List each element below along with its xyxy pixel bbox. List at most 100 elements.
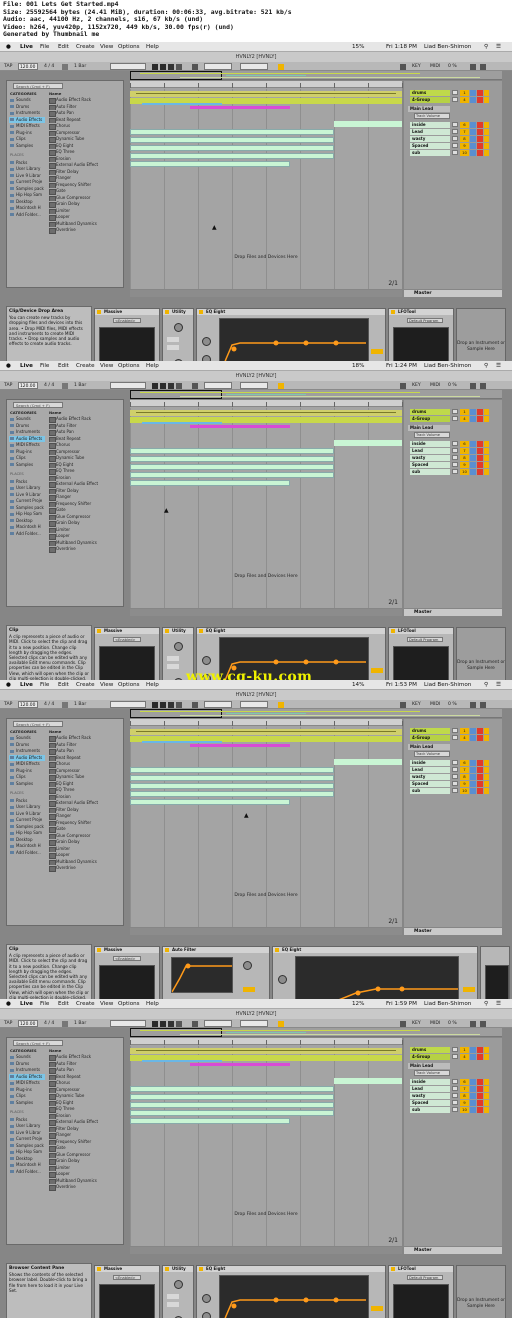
apple-menu-icon[interactable]: ● — [6, 682, 11, 688]
clip[interactable] — [130, 137, 334, 143]
track-header[interactable]: 4-Group 4 — [404, 415, 502, 423]
clip[interactable] — [130, 153, 334, 159]
play-button[interactable] — [152, 382, 158, 389]
clip[interactable] — [334, 121, 402, 127]
tap-button[interactable]: TAP — [4, 1021, 12, 1026]
app-menu[interactable]: Live — [20, 44, 33, 50]
track-fold-icon[interactable] — [452, 728, 458, 733]
clip[interactable] — [130, 1086, 334, 1092]
track-activator[interactable]: 10 — [460, 1106, 469, 1113]
arm-button[interactable] — [477, 96, 483, 103]
draw-mode-button[interactable] — [278, 1020, 284, 1027]
track-fold-icon[interactable] — [452, 409, 458, 414]
eq-band-handle[interactable] — [273, 340, 279, 346]
preset-select[interactable]: <Enabled> — [113, 318, 141, 323]
arm-button[interactable] — [477, 415, 483, 422]
search-icon[interactable]: ⚲ — [484, 363, 488, 369]
automation-select[interactable]: Track Volume — [414, 1069, 450, 1076]
arrangement-view[interactable]: Drop Files and Devices Here 2/1 — [130, 1038, 403, 1246]
midi-map-button[interactable]: MIDI — [430, 64, 440, 69]
track-header[interactable]: Track Volume — [404, 1069, 502, 1077]
track-fold-icon[interactable] — [452, 1079, 458, 1084]
automation-select[interactable]: Track Volume — [414, 750, 450, 757]
drums-track-lane[interactable] — [130, 1048, 402, 1054]
track-fold-icon[interactable] — [452, 455, 458, 460]
apple-menu-icon[interactable]: ● — [6, 44, 11, 50]
key-map-button[interactable]: KEY — [412, 64, 421, 69]
menu-item-options[interactable]: Options — [118, 44, 140, 50]
solo-button[interactable] — [470, 1053, 476, 1060]
arrangement-view[interactable]: Drop Files and Devices Here 2/1 — [130, 719, 403, 927]
track-name[interactable]: sub — [410, 787, 450, 794]
utility-device[interactable]: Utility — [162, 1265, 194, 1318]
track-activator[interactable]: 10 — [460, 468, 469, 475]
drums-track-lane[interactable] — [130, 729, 402, 735]
track-fold-icon[interactable] — [452, 1054, 458, 1059]
browser-search-input[interactable]: Search (Cmd + F) — [13, 1040, 63, 1046]
loop-button[interactable] — [192, 701, 198, 708]
loop-button[interactable] — [192, 1020, 198, 1027]
apple-menu-icon[interactable]: ● — [6, 1001, 11, 1007]
track-activator[interactable]: 10 — [460, 787, 469, 794]
arrangement-overview[interactable] — [130, 1028, 502, 1037]
arrangement-overview[interactable] — [130, 71, 502, 80]
clip[interactable] — [130, 472, 334, 478]
solo-button[interactable] — [470, 734, 476, 741]
menu-item-view[interactable]: View — [100, 1001, 113, 1007]
midi-map-button[interactable]: MIDI — [430, 1021, 440, 1026]
output-button[interactable] — [484, 1106, 489, 1113]
lfo-knob[interactable] — [243, 961, 252, 970]
track-name[interactable]: sub — [410, 1106, 450, 1113]
browser-item[interactable]: Overdrive — [47, 546, 123, 553]
massive-device[interactable]: Massive <Enabled> — [94, 1265, 160, 1318]
eq-band-handle[interactable] — [333, 1297, 339, 1303]
beat-time-ruler[interactable] — [130, 719, 403, 726]
user-name[interactable]: Liad Ben-Shimon — [424, 1001, 471, 1007]
solo-button[interactable] — [470, 96, 476, 103]
clip[interactable] — [130, 799, 290, 805]
clip[interactable] — [130, 480, 290, 486]
preset-select[interactable]: Default Program — [407, 637, 443, 642]
play-button[interactable] — [152, 1020, 158, 1027]
track-fold-icon[interactable] — [452, 767, 458, 772]
menu-list-icon[interactable]: ☰ — [496, 682, 501, 688]
filter-display[interactable] — [171, 957, 233, 993]
eq-eight-device[interactable]: EQ Eight — [272, 946, 478, 999]
browser-search-input[interactable]: Search (Cmd + F) — [13, 721, 63, 727]
tempo-field[interactable]: 120.00 — [18, 63, 38, 70]
places-item[interactable]: Add Folder... — [9, 212, 45, 219]
massive-device[interactable]: Massive <Enabled> — [94, 946, 160, 999]
clip[interactable] — [130, 161, 290, 167]
menu-item-view[interactable]: View — [100, 363, 113, 369]
mute-button[interactable] — [167, 656, 179, 661]
menu-item-create[interactable]: Create — [76, 682, 95, 688]
record-button[interactable] — [168, 63, 174, 70]
key-map-button[interactable]: KEY — [412, 702, 421, 707]
menu-item-edit[interactable]: Edit — [58, 682, 69, 688]
track-fold-icon[interactable] — [452, 781, 458, 786]
clip[interactable] — [130, 1102, 334, 1108]
menu-list-icon[interactable]: ☰ — [496, 1001, 501, 1007]
name-column-header[interactable]: Name — [49, 410, 61, 415]
menu-list-icon[interactable]: ☰ — [496, 44, 501, 50]
user-name[interactable]: Liad Ben-Shimon — [424, 44, 471, 50]
output-button[interactable] — [484, 734, 489, 741]
arm-button[interactable] — [477, 734, 483, 741]
eq-band-handle[interactable] — [273, 1297, 279, 1303]
eq-display[interactable] — [295, 956, 459, 999]
menu-item-help[interactable]: Help — [146, 44, 159, 50]
track-fold-icon[interactable] — [452, 448, 458, 453]
menu-item-options[interactable]: Options — [118, 363, 140, 369]
track-fold-icon[interactable] — [452, 1086, 458, 1091]
search-icon[interactable]: ⚲ — [484, 44, 488, 50]
stop-button[interactable] — [160, 382, 166, 389]
places-item[interactable]: Add Folder... — [9, 531, 45, 538]
freq-knob[interactable] — [278, 975, 287, 984]
phase-button[interactable] — [167, 1302, 179, 1307]
automation-lane[interactable] — [190, 1063, 290, 1066]
utility-device[interactable]: Utility — [162, 308, 194, 361]
menu-item-edit[interactable]: Edit — [58, 363, 69, 369]
preset-select[interactable]: Default Program — [407, 1275, 443, 1280]
track-header[interactable]: Track Volume — [404, 431, 502, 439]
track-fold-icon[interactable] — [452, 1107, 458, 1112]
